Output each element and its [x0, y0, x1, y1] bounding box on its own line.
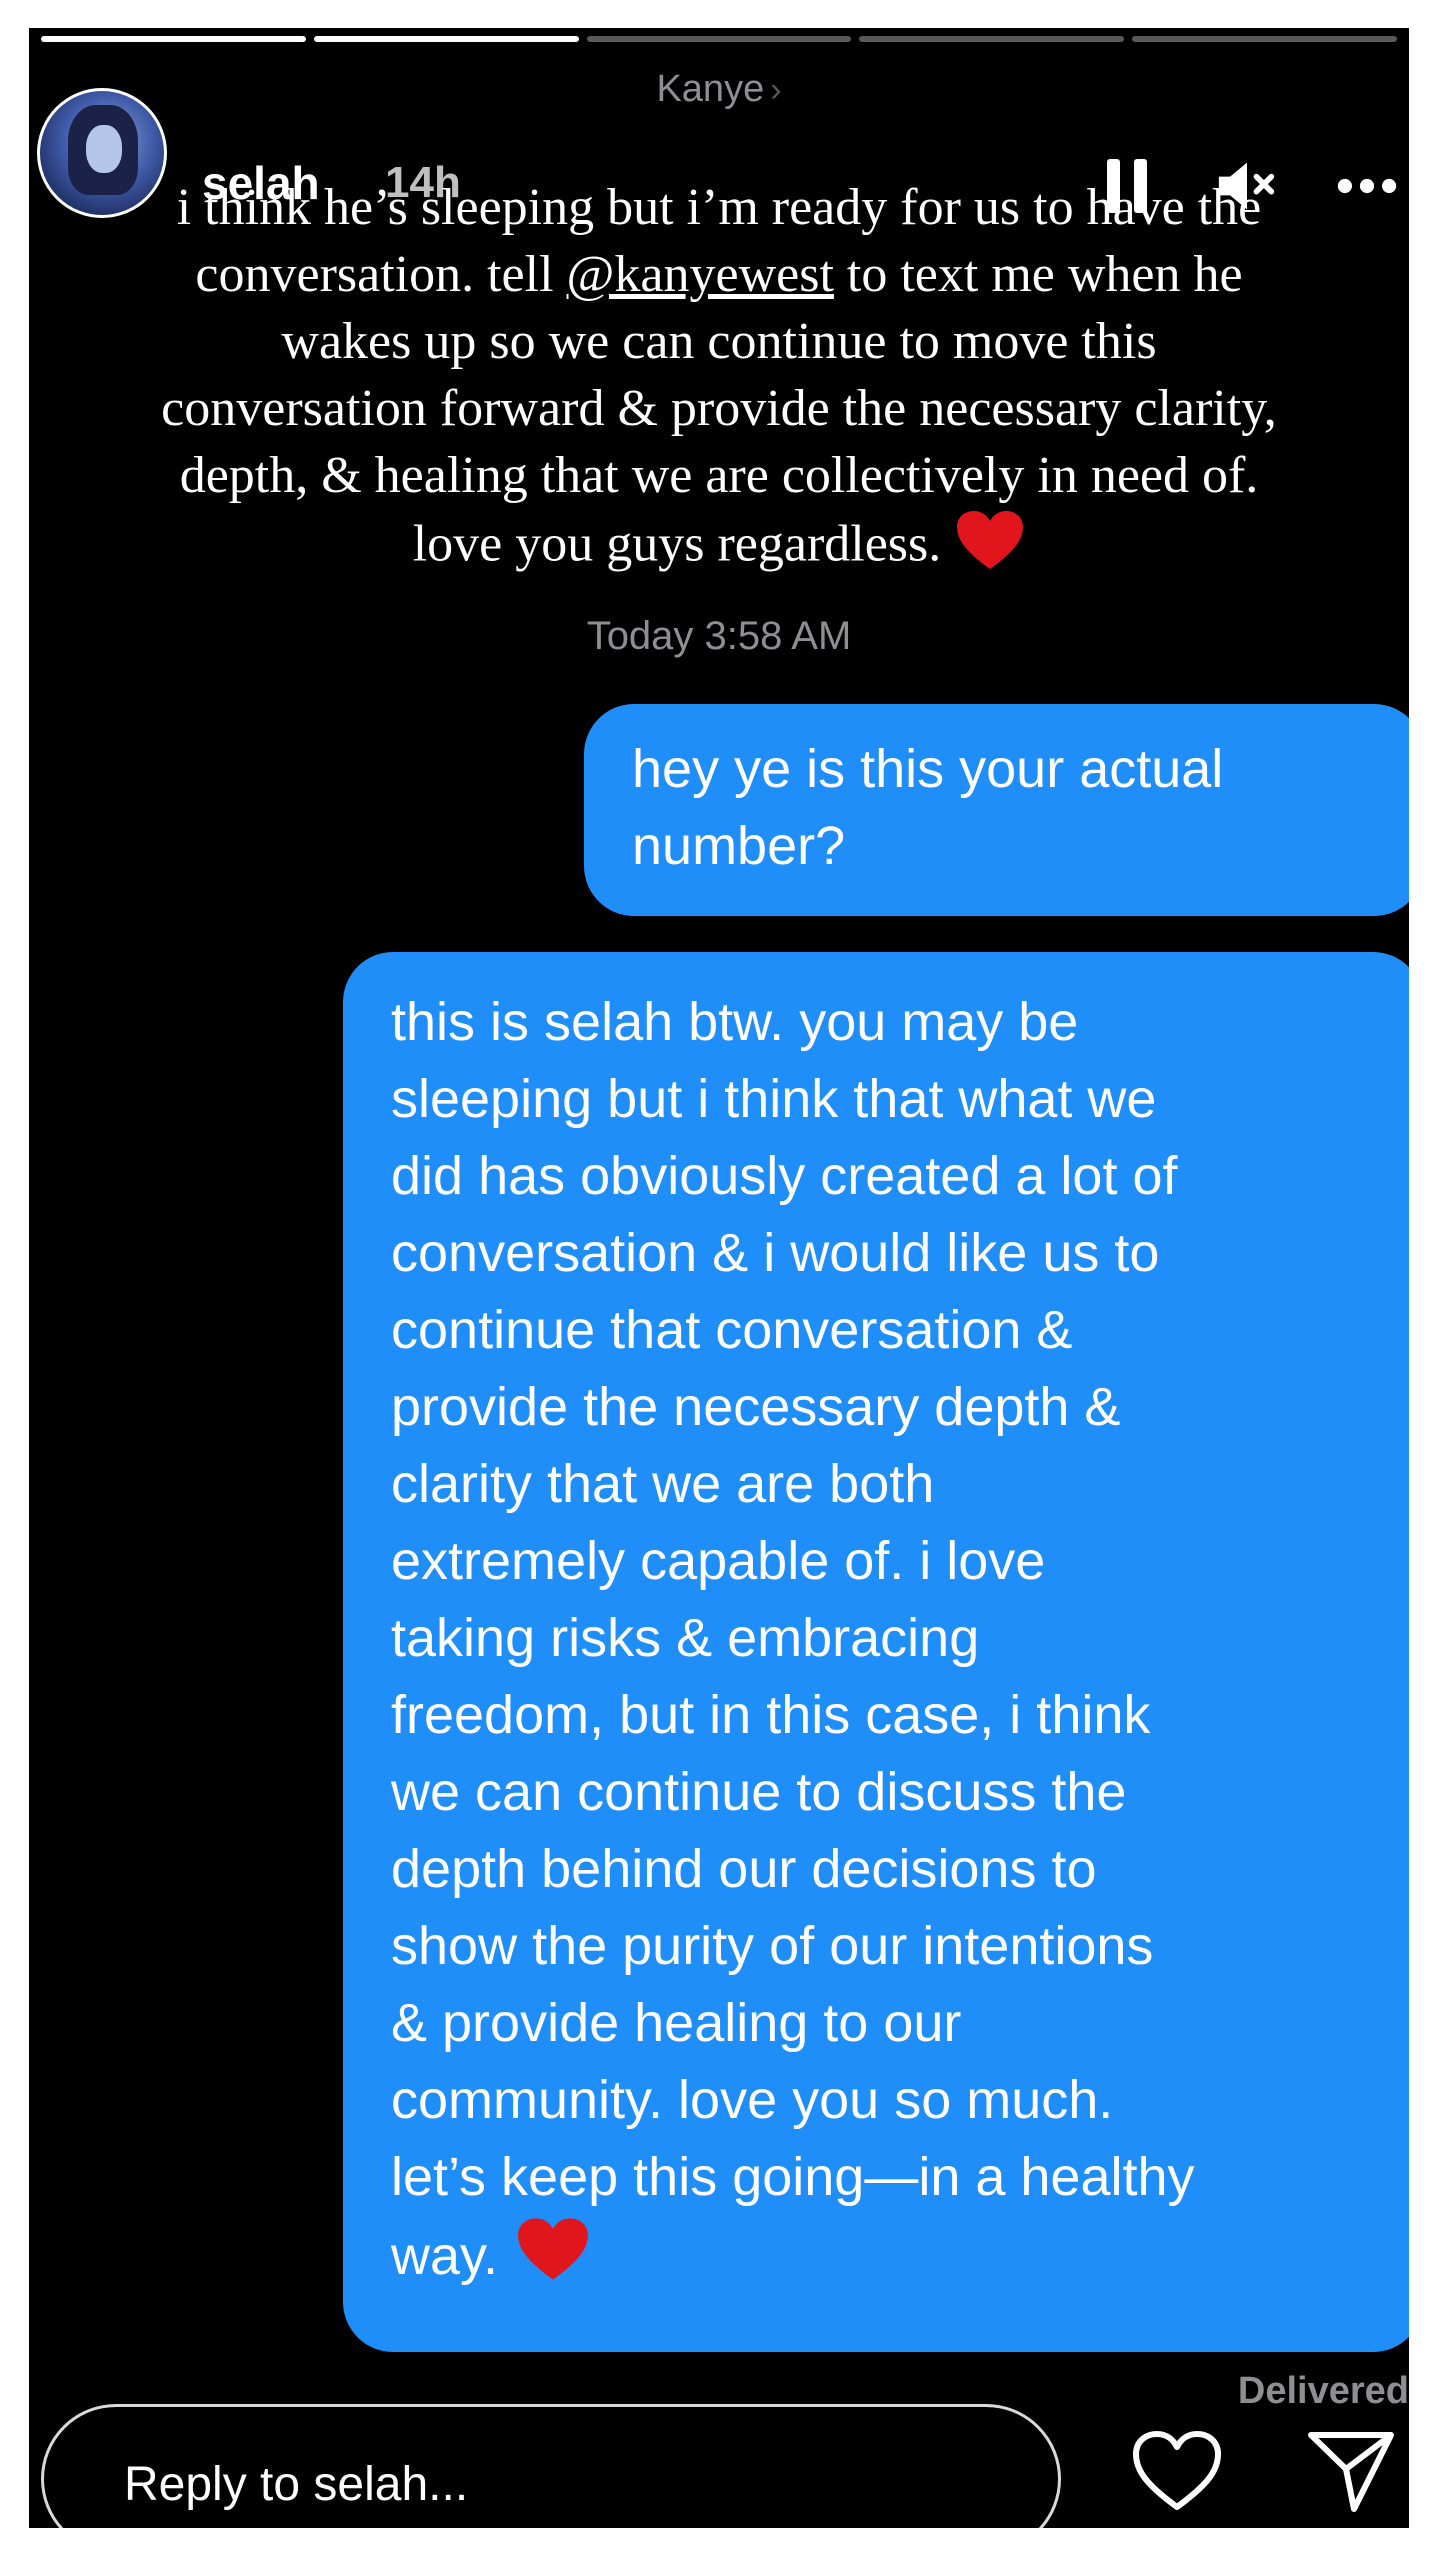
red-heart-icon — [955, 509, 1025, 588]
progress-segment — [313, 36, 579, 42]
caption-line: depth, & healing that we are collectivel… — [179, 447, 1259, 504]
progress-segment — [41, 36, 306, 42]
caption-line: conversation forward & provide the neces… — [161, 380, 1277, 437]
message-text: this is selah btw. you may be sleeping b… — [391, 992, 1195, 2286]
avatar-face — [86, 125, 122, 173]
progress-segment — [586, 36, 852, 42]
caption-line: wakes up so we can continue to move this — [281, 313, 1157, 370]
caption-line: conversation. tell @kanyewest to text me… — [69, 241, 1369, 308]
mention-link[interactable]: @kanyewest — [567, 246, 834, 303]
message-bubble: this is selah btw. you may be sleeping b… — [343, 952, 1409, 2352]
reply-actions — [1129, 2426, 1399, 2516]
progress-segment — [859, 36, 1125, 42]
caption-text: conversation. tell — [195, 246, 567, 303]
progress-segment — [1132, 36, 1397, 42]
story-caption: i think he’s sleeping but i’m ready for … — [69, 174, 1369, 588]
message-bubble: hey ye is this your actual number? — [584, 704, 1409, 916]
caption-line: i think he’s sleeping but i’m ready for … — [176, 179, 1262, 236]
message-timestamp: Today 3:58 AM — [586, 614, 852, 658]
reply-placeholder[interactable]: Reply to selah... — [124, 2457, 468, 2512]
story-progress-bar — [41, 36, 1397, 42]
caption-text: love you guys regardless. — [412, 515, 942, 573]
caption-line: love you guys regardless. — [69, 509, 1369, 588]
caption-text: to text me when he — [833, 246, 1243, 303]
paper-plane-icon[interactable] — [1303, 2426, 1399, 2516]
delivered-status: Delivered — [1237, 2370, 1409, 2412]
heart-outline-icon[interactable] — [1129, 2426, 1225, 2516]
red-heart-icon — [516, 2216, 590, 2303]
story-viewer: Kanye › selah 14h i think he’s sleeping … — [29, 28, 1409, 2528]
